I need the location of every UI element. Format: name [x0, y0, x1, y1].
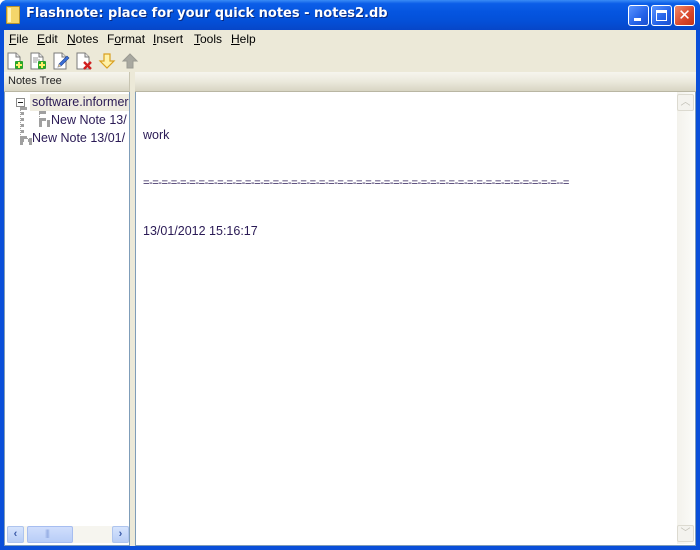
menu-bar: File Edit Notes Format Insert Tools Help — [4, 30, 696, 49]
menu-help[interactable]: Help — [231, 32, 256, 48]
page-x-icon — [76, 52, 92, 70]
minimize-icon — [634, 18, 641, 21]
close-button[interactable]: ✕ — [674, 5, 695, 26]
scroll-down-button[interactable]: ﹀ — [677, 525, 694, 542]
chevron-up-icon: ︿ — [680, 97, 691, 108]
scrollbar-thumb[interactable] — [27, 526, 73, 543]
tree-node[interactable]: New Note 13/01/ — [32, 130, 125, 147]
new-subnote-button[interactable] — [29, 52, 47, 70]
chevron-left-icon: ‹ — [13, 528, 18, 540]
note-content[interactable]: work =-=-=-=-=-=-=-=-=-=-=-=-=-=-=-=-=-=… — [143, 95, 673, 271]
move-down-button[interactable] — [98, 52, 116, 70]
tree-header: Notes Tree — [4, 72, 130, 92]
new-note-button[interactable] — [6, 52, 24, 70]
menu-notes[interactable]: Notes — [67, 32, 98, 48]
minimize-button[interactable] — [628, 5, 649, 26]
tree-node[interactable]: New Note 13/ — [51, 112, 127, 129]
notepad-icon — [6, 6, 20, 24]
note-separator: =-=-=-=-=-=-=-=-=-=-=-=-=-=-=-=-=-=-=-=-… — [143, 177, 569, 189]
title-bar[interactable]: Flashnote: place for your quick notes - … — [0, 0, 700, 30]
notes-tree[interactable]: software.informer New Note 13/ New Note … — [4, 92, 130, 546]
editor-header — [135, 72, 696, 92]
tree-connector — [20, 107, 24, 139]
tree-header-label: Notes Tree — [8, 75, 62, 87]
note-editor[interactable]: work =-=-=-=-=-=-=-=-=-=-=-=-=-=-=-=-=-=… — [135, 92, 696, 546]
delete-note-button[interactable] — [75, 52, 93, 70]
move-up-button[interactable] — [121, 52, 139, 70]
scroll-right-button[interactable]: › — [112, 526, 129, 543]
tree-connector — [39, 120, 50, 124]
menu-format[interactable]: Format — [107, 32, 145, 48]
edit-note-button[interactable] — [52, 52, 70, 70]
client-area: File Edit Notes Format Insert Tools Help — [4, 30, 696, 546]
menu-edit[interactable]: Edit — [37, 32, 58, 48]
page-lines-plus-icon — [30, 52, 46, 70]
maximize-button[interactable] — [651, 5, 672, 26]
maximize-icon — [656, 10, 667, 21]
scroll-left-button[interactable]: ‹ — [7, 526, 24, 543]
scroll-up-button[interactable]: ︿ — [677, 94, 694, 111]
close-icon: ✕ — [678, 6, 691, 24]
menu-tools[interactable]: Tools — [194, 32, 222, 48]
note-timestamp: 13/01/2012 15:16:17 — [143, 224, 258, 238]
chevron-right-icon: › — [118, 528, 123, 540]
collapse-toggle[interactable] — [16, 98, 25, 107]
page-pencil-icon — [53, 52, 70, 70]
toolbar — [4, 50, 696, 72]
note-line: work — [143, 128, 170, 142]
chevron-down-icon: ﹀ — [680, 528, 691, 539]
page-plus-icon — [7, 52, 23, 70]
menu-file[interactable]: File — [9, 32, 28, 48]
app-window: Flashnote: place for your quick notes - … — [0, 0, 700, 550]
tree-connector — [20, 138, 32, 142]
arrow-up-icon — [121, 53, 139, 69]
window-title: Flashnote: place for your quick notes - … — [26, 6, 388, 21]
tree-horizontal-scrollbar[interactable]: ‹ › — [7, 526, 129, 543]
editor-vertical-scrollbar[interactable]: ︿ ﹀ — [677, 92, 694, 544]
tree-node[interactable]: software.informer — [30, 94, 129, 111]
arrow-down-icon — [98, 53, 116, 69]
menu-insert[interactable]: Insert — [153, 32, 183, 48]
